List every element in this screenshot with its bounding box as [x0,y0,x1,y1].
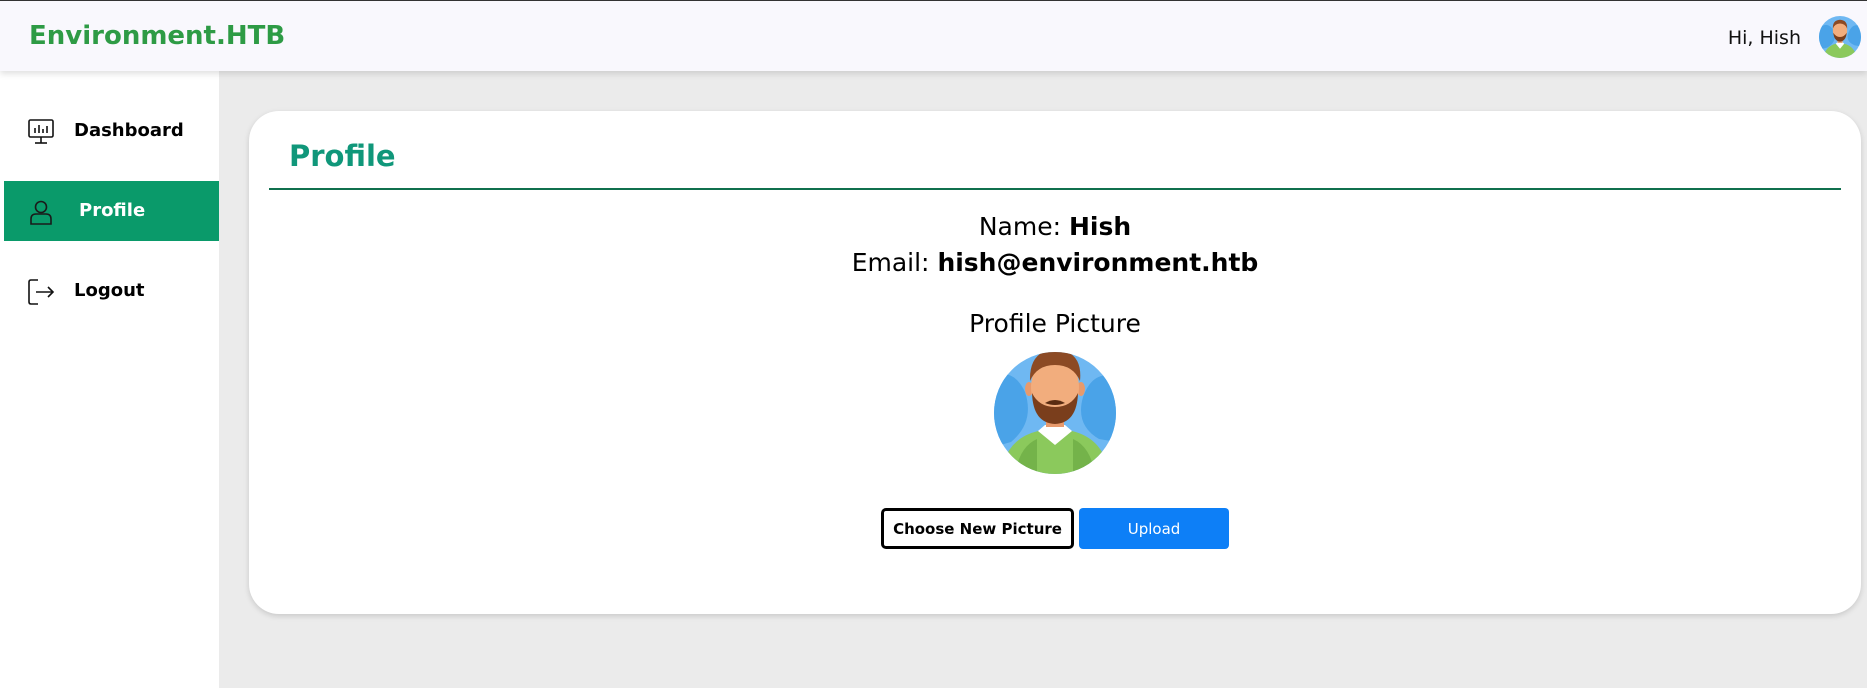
sidebar: Dashboard Profile Logout [0,71,219,688]
sidebar-item-dashboard[interactable]: Dashboard [4,101,219,161]
top-bar: Environment.HTB Hi, Hish [0,0,1867,71]
logout-icon [28,279,55,305]
email-value: hish@environment.htb [937,248,1259,277]
name-row: Name: Hish [249,212,1861,241]
email-label: Email: [851,248,930,277]
user-icon [30,200,52,225]
brand-logo[interactable]: Environment.HTB [29,21,285,51]
sidebar-item-label: Dashboard [74,120,184,141]
page-title: Profile [289,139,396,173]
sidebar-item-logout[interactable]: Logout [4,261,219,321]
dashboard-monitor-icon [28,119,54,144]
name-value: Hish [1068,212,1132,241]
sidebar-item-label: Logout [74,280,145,301]
title-divider [269,188,1841,190]
user-greeting: Hi, Hish [1727,27,1801,49]
choose-new-picture-button[interactable]: Choose New Picture [881,508,1074,549]
upload-button[interactable]: Upload [1079,508,1229,549]
profile-card: Profile Name: Hish Email: hish@environme… [249,111,1861,614]
sidebar-item-profile[interactable]: Profile [4,181,219,241]
name-label: Name: [978,212,1062,241]
profile-picture-label: Profile Picture [969,309,1141,338]
sidebar-item-label: Profile [79,200,146,221]
email-row: Email: hish@environment.htb [249,248,1861,277]
profile-picture-image [994,352,1116,474]
user-avatar-icon[interactable] [1819,16,1861,58]
